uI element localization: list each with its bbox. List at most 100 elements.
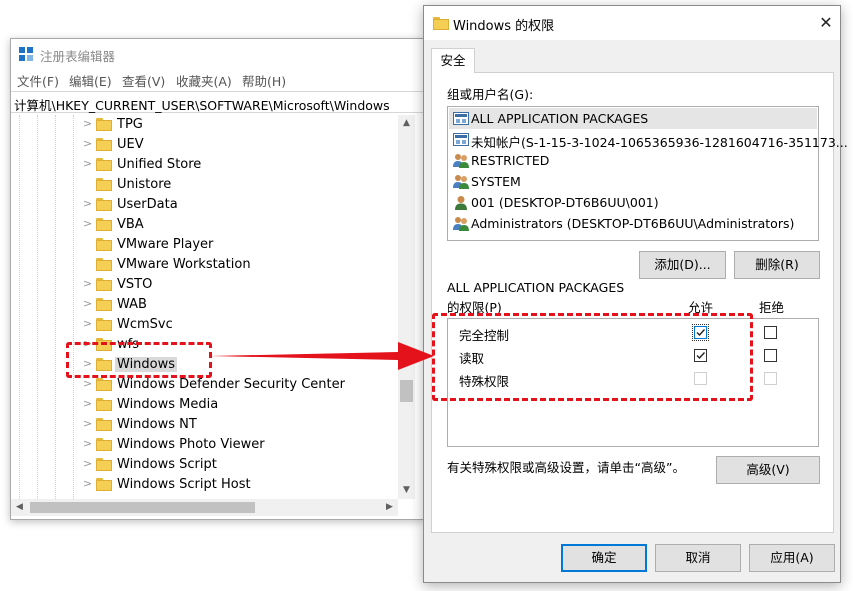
tree-item[interactable]: > WAB xyxy=(81,295,401,315)
chevron-right-icon[interactable]: > xyxy=(83,278,93,290)
highlight-permissions xyxy=(432,313,753,401)
tree-item[interactable]: > Windows Script xyxy=(81,455,401,475)
apply-button[interactable]: 应用(A) xyxy=(749,544,835,572)
scroll-thumb[interactable] xyxy=(400,380,413,402)
folder-icon xyxy=(96,118,112,131)
folder-icon xyxy=(96,178,112,191)
tree-horizontal-scrollbar[interactable]: ◀ ▶ xyxy=(11,499,398,516)
arrow-icon xyxy=(210,342,434,370)
scroll-right-icon[interactable]: ▶ xyxy=(381,499,398,516)
tree-item-label: Windows Defender Security Center xyxy=(117,377,345,392)
tree-item[interactable]: > Windows Photo Viewer xyxy=(81,435,401,455)
tree-item[interactable]: > UserData xyxy=(81,195,401,215)
add-button[interactable]: 添加(D)... xyxy=(639,251,726,279)
chevron-right-icon[interactable]: > xyxy=(83,118,93,130)
chevron-right-icon[interactable]: > xyxy=(83,298,93,310)
menu-edit[interactable]: 编辑(E) xyxy=(69,71,112,90)
scroll-up-icon[interactable]: ▲ xyxy=(398,115,415,132)
users-label: 组或用户名(G): xyxy=(447,87,534,102)
menu-favorites[interactable]: 收藏夹(A) xyxy=(176,71,232,90)
tab-security[interactable]: 安全 xyxy=(431,48,475,73)
folder-icon xyxy=(96,238,112,251)
menu-help[interactable]: 帮助(H) xyxy=(242,71,286,90)
cancel-button[interactable]: 取消 xyxy=(655,544,741,572)
chevron-right-icon[interactable]: > xyxy=(83,378,93,390)
chevron-right-icon[interactable]: > xyxy=(83,478,93,490)
folder-icon xyxy=(96,278,112,291)
address-bar[interactable]: 计算机\HKEY_CURRENT_USER\SOFTWARE\Microsoft… xyxy=(11,91,423,113)
tree-item[interactable]: > VSTO xyxy=(81,275,401,295)
tree-item[interactable]: > TPG xyxy=(81,115,401,135)
chevron-right-icon[interactable]: > xyxy=(83,418,93,430)
scroll-left-icon[interactable]: ◀ xyxy=(11,499,28,516)
folder-icon xyxy=(96,378,112,391)
security-panel: 组或用户名(G): ALL APPLICATION PACKAGES 未知帐户(S… xyxy=(431,72,848,533)
tree-item[interactable]: > Windows Defender Security Center xyxy=(81,375,401,395)
menu-file[interactable]: 文件(F) xyxy=(17,71,59,90)
tree-item[interactable]: Unistore xyxy=(81,175,401,195)
tree-item[interactable]: > VBA xyxy=(81,215,401,235)
user-list-item[interactable]: ALL APPLICATION PACKAGES xyxy=(449,108,817,129)
group-icon xyxy=(453,216,469,231)
hscroll-thumb[interactable] xyxy=(30,502,255,513)
chevron-right-icon[interactable]: > xyxy=(83,458,93,470)
registry-editor-window: 注册表编辑器 文件(F) 编辑(E) 查看(V) 收藏夹(A) 帮助(H) 计算… xyxy=(10,38,424,520)
user-name: 未知帐户(S-1-15-3-1024-1065365936-1281604716… xyxy=(471,135,848,150)
chevron-right-icon[interactable]: > xyxy=(83,158,93,170)
deny-checkbox[interactable] xyxy=(764,349,777,362)
regedit-icon xyxy=(19,47,33,61)
chevron-right-icon[interactable]: > xyxy=(83,398,93,410)
user-list-item[interactable]: Administrators (DESKTOP-DT6B6UU\Administ… xyxy=(449,213,817,234)
folder-icon xyxy=(96,218,112,231)
dialog-title-bar: Windows 的权限 ✕ xyxy=(424,6,840,40)
tree-item-label: VBA xyxy=(117,217,144,232)
chevron-right-icon[interactable]: > xyxy=(83,138,93,150)
tree-item-label: UEV xyxy=(117,137,144,152)
tree-item[interactable]: > Windows Script Host xyxy=(81,475,401,495)
app-package-icon xyxy=(453,132,469,147)
folder-icon xyxy=(96,138,112,151)
deny-checkbox[interactable] xyxy=(764,326,777,339)
chevron-right-icon[interactable]: > xyxy=(83,438,93,450)
close-icon[interactable]: ✕ xyxy=(817,14,835,32)
tree-item-label: UserData xyxy=(117,197,178,212)
folder-icon xyxy=(96,158,112,171)
menu-view[interactable]: 查看(V) xyxy=(122,71,165,90)
user-list-item[interactable]: RESTRICTED xyxy=(449,150,817,171)
app-package-icon xyxy=(453,111,469,126)
deny-column-header: 拒绝 xyxy=(759,300,785,315)
tree-item[interactable]: > Windows Media xyxy=(81,395,401,415)
remove-button[interactable]: 删除(R) xyxy=(734,251,820,279)
folder-icon xyxy=(96,398,112,411)
tree-item[interactable]: > UEV xyxy=(81,135,401,155)
tree-item[interactable]: > Windows NT xyxy=(81,415,401,435)
folder-icon xyxy=(433,17,449,30)
advanced-button[interactable]: 高级(V) xyxy=(716,456,820,484)
registry-title: 注册表编辑器 xyxy=(40,49,116,64)
ok-button[interactable]: 确定 xyxy=(561,544,647,572)
chevron-right-icon[interactable]: > xyxy=(83,318,93,330)
deny-checkbox xyxy=(764,372,777,385)
tree-item[interactable]: > WcmSvc xyxy=(81,315,401,335)
perm-for-label: ALL APPLICATION PACKAGES xyxy=(447,280,625,295)
user-list-item[interactable]: SYSTEM xyxy=(449,171,817,192)
tree-item-label: Windows Photo Viewer xyxy=(117,437,265,452)
user-name: Administrators (DESKTOP-DT6B6UU\Administ… xyxy=(471,216,795,231)
chevron-right-icon[interactable]: > xyxy=(83,218,93,230)
permissions-dialog: Windows 的权限 ✕ 安全 组或用户名(G): ALL APPLICATI… xyxy=(423,5,848,583)
tree-item[interactable]: VMware Player xyxy=(81,235,401,255)
tree-item[interactable]: VMware Workstation xyxy=(81,255,401,275)
registry-tree[interactable]: > TPG > UEV > Unified Store Unistore > UserData >… xyxy=(11,115,423,499)
users-list[interactable]: ALL APPLICATION PACKAGES 未知帐户(S-1-15-3-10… xyxy=(447,106,848,241)
chevron-right-icon[interactable]: > xyxy=(83,198,93,210)
folder-icon xyxy=(96,478,112,491)
tree-vertical-scrollbar[interactable]: ▲ ▼ xyxy=(398,115,415,499)
scroll-down-icon[interactable]: ▼ xyxy=(398,482,415,499)
tree-item-label: WcmSvc xyxy=(117,317,173,332)
address-path[interactable]: 计算机\HKEY_CURRENT_USER\SOFTWARE\Microsoft… xyxy=(14,95,390,114)
user-list-item[interactable]: 001 (DESKTOP-DT6B6UU\001) xyxy=(449,192,817,213)
tree-item[interactable]: > Unified Store xyxy=(81,155,401,175)
user-list-item[interactable]: 未知帐户(S-1-15-3-1024-1065365936-1281604716… xyxy=(449,129,848,150)
folder-icon xyxy=(96,418,112,431)
user-name: SYSTEM xyxy=(471,174,521,189)
